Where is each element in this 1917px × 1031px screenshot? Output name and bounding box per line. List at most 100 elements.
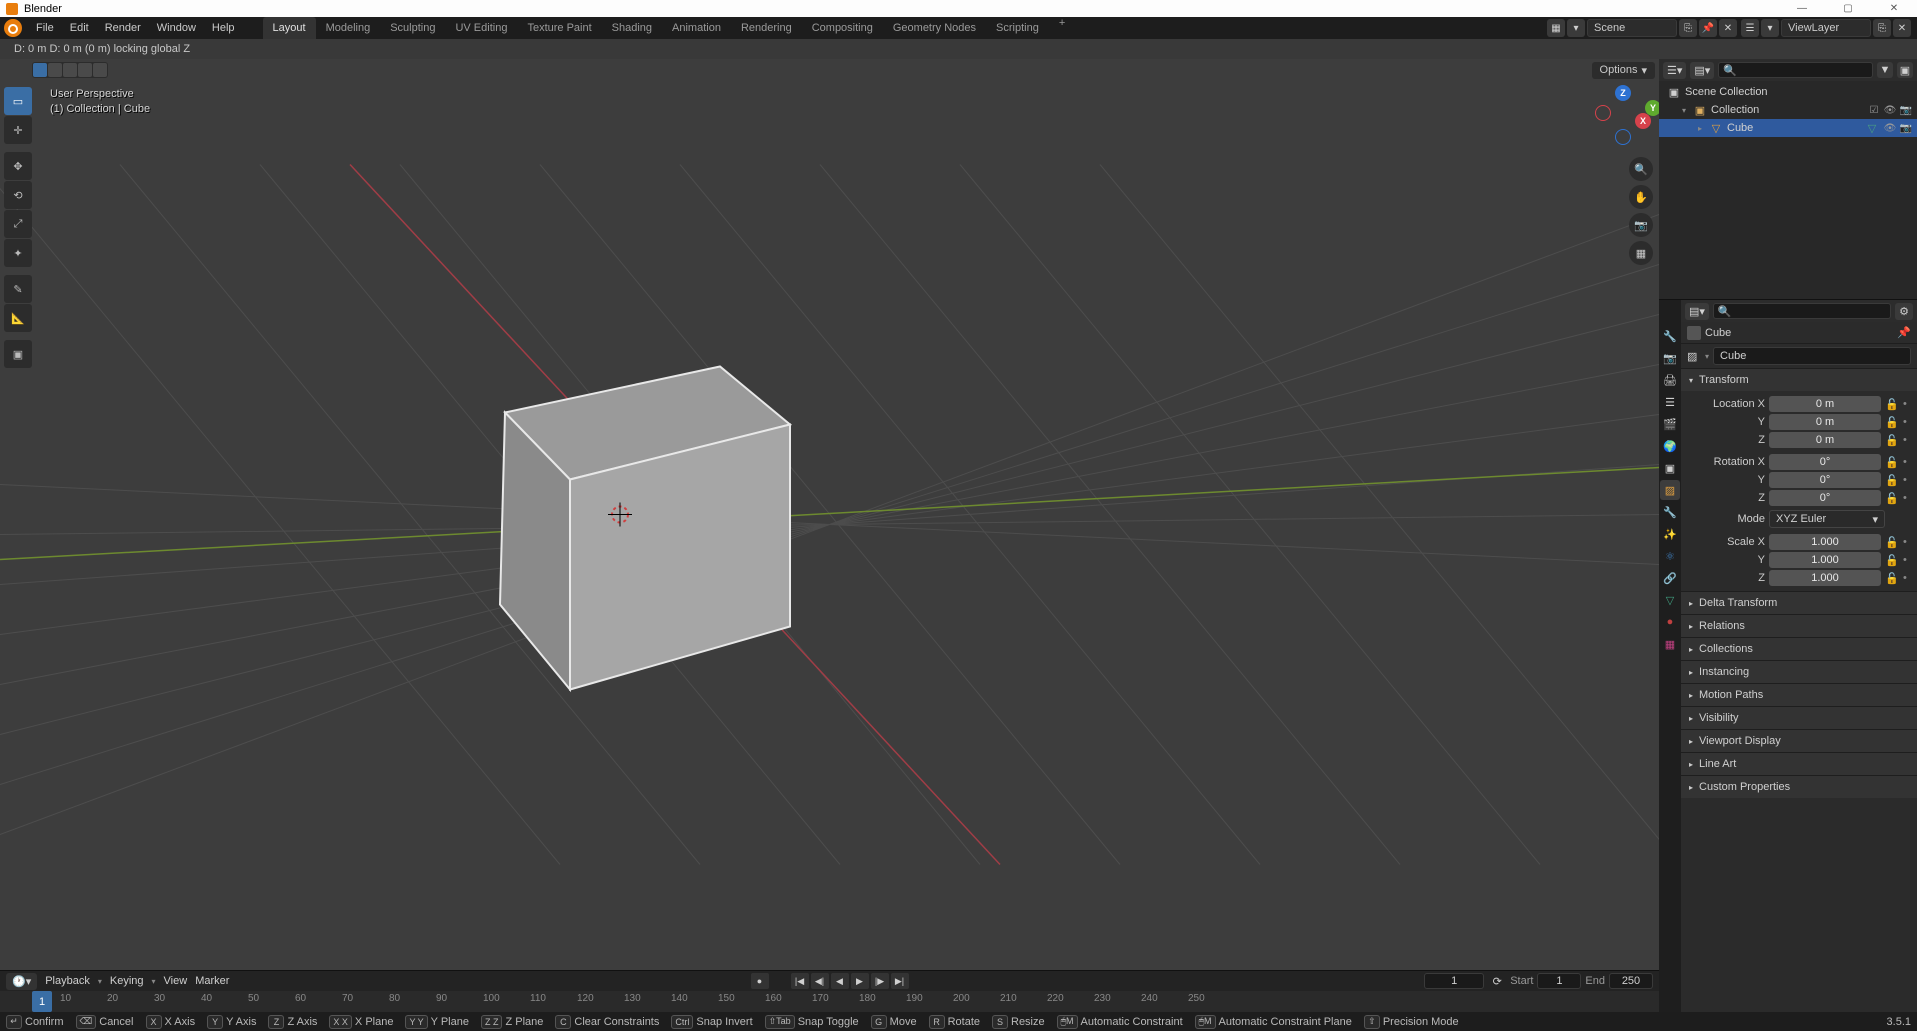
properties-editor-type[interactable]: ▤▾	[1685, 303, 1709, 320]
jump-button[interactable]: ⟳	[1488, 975, 1506, 988]
lock-icon[interactable]: 🔓	[1885, 474, 1899, 487]
tab-texture-paint[interactable]: Texture Paint	[517, 17, 601, 39]
object-name-field[interactable]: Cube	[1713, 347, 1911, 365]
timeline-menu-keying[interactable]: Keying	[110, 975, 144, 987]
ortho-icon[interactable]: ▦	[1629, 241, 1653, 265]
selection-mode-buttons[interactable]	[32, 62, 108, 78]
tab-constraints-icon[interactable]: 🔗	[1660, 568, 1680, 588]
location-z-field[interactable]: 0 m	[1769, 432, 1881, 448]
tab-world-icon[interactable]: 🌍	[1660, 436, 1680, 456]
tool-scale[interactable]: ⤢	[4, 210, 32, 238]
delete-scene-button[interactable]: ✕	[1719, 19, 1737, 37]
outliner-row-scene-collection[interactable]: ▣ Scene Collection	[1659, 83, 1917, 101]
start-frame-field[interactable]: 1	[1537, 973, 1581, 989]
tab-output-icon[interactable]: 🖨	[1660, 370, 1680, 390]
autokey-button[interactable]: ●	[751, 973, 769, 989]
menu-help[interactable]: Help	[204, 17, 243, 39]
tool-cursor[interactable]: ✛	[4, 116, 32, 144]
properties-search-input[interactable]: 🔍	[1713, 303, 1891, 319]
maximize-button[interactable]: ▢	[1825, 0, 1871, 17]
timeline-editor-type[interactable]: 🕐▾	[6, 973, 37, 990]
axis-neg-z-icon[interactable]	[1615, 129, 1631, 145]
outliner-display-mode[interactable]: ▤▾	[1690, 62, 1714, 79]
tab-physics-icon[interactable]: ⚛	[1660, 546, 1680, 566]
tab-layout[interactable]: Layout	[263, 17, 316, 39]
tool-measure[interactable]: 📐	[4, 304, 32, 332]
tab-animation[interactable]: Animation	[662, 17, 731, 39]
menu-render[interactable]: Render	[97, 17, 149, 39]
tab-geometry-nodes[interactable]: Geometry Nodes	[883, 17, 986, 39]
tool-add-cube[interactable]: ▣	[4, 340, 32, 368]
tool-annotate[interactable]: ✎	[4, 275, 32, 303]
render-toggle[interactable]: 📷	[1899, 123, 1913, 134]
menu-file[interactable]: File	[28, 17, 62, 39]
pan-icon[interactable]: ✋	[1629, 185, 1653, 209]
minimize-button[interactable]: —	[1779, 0, 1825, 17]
tab-modifiers-icon[interactable]: 🔧	[1660, 502, 1680, 522]
new-scene-button[interactable]: ⎘	[1679, 19, 1697, 37]
delete-viewlayer-button[interactable]: ✕	[1893, 19, 1911, 37]
playhead-cursor[interactable]: 1	[32, 991, 52, 1012]
pin-scene-button[interactable]: 📌	[1699, 19, 1717, 37]
select-mode-4[interactable]	[78, 63, 92, 77]
outliner-search-input[interactable]: 🔍	[1718, 62, 1873, 78]
properties-options-button[interactable]: ⚙	[1895, 303, 1913, 320]
end-frame-field[interactable]: 250	[1609, 973, 1653, 989]
rotation-mode-dropdown[interactable]: XYZ Euler▾	[1769, 510, 1885, 528]
tab-sculpting[interactable]: Sculpting	[380, 17, 445, 39]
pin-icon[interactable]: 📌	[1897, 326, 1911, 339]
tab-scene-icon[interactable]: 🎬	[1660, 414, 1680, 434]
tab-scripting[interactable]: Scripting	[986, 17, 1049, 39]
scene-name-field[interactable]: Scene	[1587, 19, 1677, 37]
panel-instancing-header[interactable]: ▸Instancing	[1681, 661, 1917, 683]
tab-tool-icon[interactable]: 🔧	[1660, 326, 1680, 346]
tool-rotate[interactable]: ⟲	[4, 181, 32, 209]
navigation-gizmo[interactable]: Z Y X	[1593, 85, 1653, 145]
tab-viewlayer-icon[interactable]: ☰	[1660, 392, 1680, 412]
viewlayer-selector[interactable]: ☰ ▾ ViewLayer ⎘ ✕	[1741, 19, 1911, 37]
axis-z-icon[interactable]: Z	[1615, 85, 1631, 101]
tab-texture-icon[interactable]: ▦	[1660, 634, 1680, 654]
lock-icon[interactable]: 🔓	[1885, 536, 1899, 549]
timeline-track[interactable]: 1 10203040506070809010011012013014015016…	[0, 991, 1659, 1012]
tool-move[interactable]: ✥	[4, 152, 32, 180]
lock-icon[interactable]: 🔓	[1885, 434, 1899, 447]
scene-dropdown-icon[interactable]: ▾	[1567, 19, 1585, 37]
rotation-y-field[interactable]: 0°	[1769, 472, 1881, 488]
lock-icon[interactable]: 🔓	[1885, 492, 1899, 505]
disclosure-arrow-icon[interactable]: ▸	[1695, 124, 1705, 133]
rotation-z-field[interactable]: 0°	[1769, 490, 1881, 506]
outliner-editor-type[interactable]: ☰▾	[1663, 62, 1686, 79]
timeline-menu-view[interactable]: View	[164, 975, 188, 987]
disclosure-arrow-icon[interactable]: ▾	[1679, 106, 1689, 115]
panel-collections-header[interactable]: ▸Collections	[1681, 638, 1917, 660]
visibility-toggle[interactable]: 👁	[1883, 123, 1897, 134]
outliner-row-collection[interactable]: ▾ ▣ Collection ☑👁📷	[1659, 101, 1917, 119]
lock-icon[interactable]: 🔓	[1885, 398, 1899, 411]
timeline-menu-marker[interactable]: Marker	[195, 975, 229, 987]
jump-end-button[interactable]: ▶|	[891, 973, 909, 989]
scene-selector[interactable]: ▦ ▾ Scene ⎘ 📌 ✕	[1547, 19, 1737, 37]
tab-shading[interactable]: Shading	[602, 17, 662, 39]
outliner-filter-button[interactable]: ▼	[1877, 62, 1893, 78]
new-viewlayer-button[interactable]: ⎘	[1873, 19, 1891, 37]
rotation-x-field[interactable]: 0°	[1769, 454, 1881, 470]
viewlayer-dropdown-icon[interactable]: ▾	[1761, 19, 1779, 37]
panel-motion-paths-header[interactable]: ▸Motion Paths	[1681, 684, 1917, 706]
tab-modeling[interactable]: Modeling	[316, 17, 381, 39]
viewlayer-name-field[interactable]: ViewLayer	[1781, 19, 1871, 37]
jump-prevkey-button[interactable]: ◀|	[811, 973, 829, 989]
location-y-field[interactable]: 0 m	[1769, 414, 1881, 430]
jump-nextkey-button[interactable]: |▶	[871, 973, 889, 989]
select-mode-2[interactable]	[48, 63, 62, 77]
scale-y-field[interactable]: 1.000	[1769, 552, 1881, 568]
panel-custom-properties-header[interactable]: ▸Custom Properties	[1681, 776, 1917, 798]
outliner-row-cube[interactable]: ▸ ▽ Cube ▽ 👁📷	[1659, 119, 1917, 137]
exclude-toggle[interactable]: ☑	[1867, 105, 1881, 116]
tab-particles-icon[interactable]: ✨	[1660, 524, 1680, 544]
play-button[interactable]: ▶	[851, 973, 869, 989]
tab-object-icon[interactable]: ▨	[1660, 480, 1680, 500]
axis-neg-x-icon[interactable]	[1595, 105, 1611, 121]
3d-viewport[interactable]: Options▾ User Perspective (1) Collection…	[0, 59, 1659, 970]
lock-icon[interactable]: 🔓	[1885, 416, 1899, 429]
